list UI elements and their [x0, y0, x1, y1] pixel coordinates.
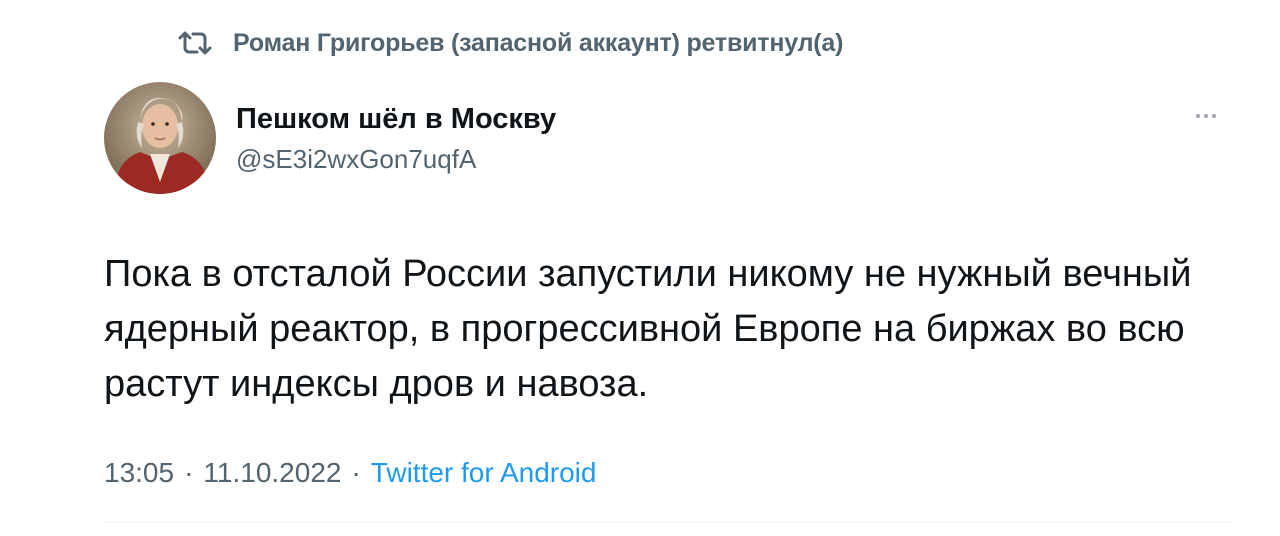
- tweet-text: Пока в отсталой России запустили никому …: [104, 253, 1192, 405]
- tweet-time[interactable]: 13:05: [104, 457, 174, 489]
- tweet-date[interactable]: 11.10.2022: [203, 457, 341, 489]
- meta-separator: ·: [351, 457, 361, 488]
- retweet-context: Роман Григорьев (запасной аккаунт) ретви…: [177, 28, 843, 58]
- author-handle[interactable]: @sE3i2wxGon7uqfA: [236, 144, 476, 175]
- avatar-portrait: [104, 82, 216, 194]
- more-options-icon[interactable]: [1196, 106, 1230, 126]
- retweet-text[interactable]: Роман Григорьев (запасной аккаунт) ретви…: [233, 29, 843, 58]
- author-display-name[interactable]: Пешком шёл в Москву: [236, 103, 556, 136]
- tweet-meta: 13:05 · 11.10.2022 · Twitter for Android: [104, 457, 596, 489]
- tweet-source-link[interactable]: Twitter for Android: [371, 457, 597, 489]
- retweet-icon: [178, 31, 212, 55]
- avatar[interactable]: [104, 82, 216, 194]
- meta-separator: ·: [184, 457, 194, 488]
- divider: [104, 522, 1232, 523]
